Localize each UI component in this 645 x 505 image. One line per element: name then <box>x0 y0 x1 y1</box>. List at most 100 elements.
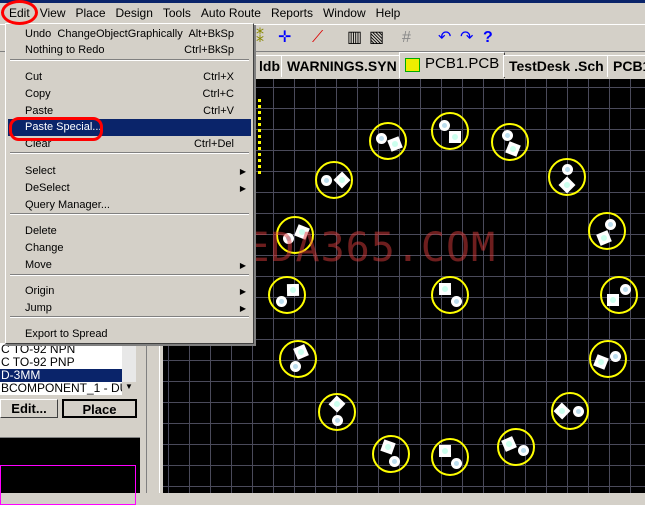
menu-item-origin[interactable]: Origin ▶ <box>8 283 251 300</box>
round-pad <box>450 295 462 307</box>
round-pad <box>282 233 294 245</box>
menu-item-label: Move <box>25 259 52 271</box>
tab-warnings[interactable]: WARNINGS.SYN <box>281 55 403 77</box>
menu-item-label: Cut <box>25 71 43 83</box>
paste-special-highlight <box>9 117 103 141</box>
document-tabs: ldb WARNINGS.SYN PCB1.PCB TestDesk .Sch … <box>250 52 645 78</box>
round-pad <box>501 129 513 141</box>
menu-item-undo-changeobjectgraphically[interactable]: Undo ChangeObjectGraphically Alt+BkSp <box>8 26 251 43</box>
component-footprint[interactable] <box>276 216 316 256</box>
menu-item-label: Paste <box>25 105 54 117</box>
pcb-file-icon <box>405 58 420 72</box>
menu-separator <box>10 274 249 276</box>
component-footprint[interactable] <box>431 438 471 478</box>
wand-icon[interactable]: ⟋ <box>312 29 323 47</box>
menu-item-export-to-spread[interactable]: Export to Spread <box>8 326 251 343</box>
round-pad <box>572 405 584 417</box>
submenu-arrow-icon: ▶ <box>239 261 246 270</box>
square-pad <box>438 445 451 458</box>
square-pad <box>286 283 299 296</box>
menu-item-shortcut: Ctrl+Del <box>193 138 234 150</box>
menu-item-label: Change <box>25 242 64 254</box>
menu-item-move[interactable]: Move ▶ <box>8 257 251 274</box>
round-pad <box>375 132 387 144</box>
menu-tools[interactable]: Tools <box>158 6 196 20</box>
help-icon[interactable]: ? <box>483 29 493 47</box>
menu-separator <box>10 152 249 154</box>
list-item[interactable]: C TO-92 PNP <box>0 356 122 369</box>
menu-auto-route[interactable]: Auto Route <box>196 6 266 20</box>
square-pad <box>438 283 451 296</box>
menu-separator <box>10 59 249 61</box>
menu-item-jump[interactable]: Jump ▶ <box>8 300 251 317</box>
round-pad <box>604 218 616 230</box>
menu-item-shortcut: Ctrl+V <box>203 105 234 117</box>
menu-item-label: Copy <box>25 88 51 100</box>
select-icon[interactable]: ⁑ <box>256 29 264 47</box>
menu-item-select[interactable]: Select ▶ <box>8 163 251 180</box>
list-item[interactable]: C TO-92 NPN <box>0 343 122 356</box>
menu-item-copy[interactable]: Copy Ctrl+C <box>8 86 251 103</box>
browse-library-icon[interactable]: ▧ <box>369 29 384 47</box>
library-icon[interactable]: ▥ <box>347 29 362 47</box>
component-footprint[interactable] <box>318 393 358 433</box>
undo-icon[interactable]: ↶ <box>438 29 451 47</box>
tab-pcb1[interactable]: PCB1.PCB <box>399 52 506 78</box>
menu-bar: Edit View Place Design Tools Auto Route … <box>0 3 645 23</box>
component-footprint[interactable] <box>551 392 591 432</box>
tab-testdesk[interactable]: TestDesk .Sch <box>503 55 610 77</box>
submenu-arrow-icon: ▶ <box>239 167 246 176</box>
menu-place[interactable]: Place <box>70 6 110 20</box>
component-footprint[interactable] <box>600 276 640 316</box>
tab-pcb1-2[interactable]: PCB1 <box>607 55 645 77</box>
redo-icon[interactable]: ↷ <box>460 29 473 47</box>
menu-reports[interactable]: Reports <box>266 6 318 20</box>
edit-menu-highlight-circle <box>1 0 38 25</box>
menu-help[interactable]: Help <box>371 6 406 20</box>
menu-item-label: Undo ChangeObjectGraphically <box>25 28 183 40</box>
component-footprint[interactable] <box>369 122 409 162</box>
component-footprint[interactable] <box>372 435 412 475</box>
round-pad <box>450 457 462 469</box>
list-item[interactable]: BCOMPONENT_1 - DUP <box>0 382 122 395</box>
component-footprint[interactable] <box>268 276 308 316</box>
move-icon[interactable]: ✛ <box>278 29 291 47</box>
component-footprint[interactable] <box>548 158 588 198</box>
menu-view[interactable]: View <box>35 6 71 20</box>
component-footprint[interactable] <box>497 428 537 468</box>
component-footprint[interactable] <box>431 112 471 152</box>
round-pad <box>619 284 631 296</box>
grid-icon[interactable]: # <box>402 29 411 47</box>
edit-button[interactable]: Edit... <box>0 399 58 418</box>
menu-item-query-manager[interactable]: Query Manager... <box>8 197 251 214</box>
menu-item-change[interactable]: Change <box>8 240 251 257</box>
menu-item-cut[interactable]: Cut Ctrl+X <box>8 69 251 86</box>
menu-item-shortcut: Alt+BkSp <box>188 28 234 40</box>
tab-label: PCB1.PCB <box>425 55 500 72</box>
place-button[interactable]: Place <box>62 399 137 418</box>
menu-design[interactable]: Design <box>111 6 158 20</box>
scroll-down-icon[interactable]: ▼ <box>122 382 136 395</box>
menu-item-delete[interactable]: Delete <box>8 223 251 240</box>
square-pad <box>449 130 462 143</box>
menu-item-label: DeSelect <box>25 182 70 194</box>
menu-window[interactable]: Window <box>318 6 371 20</box>
component-preview <box>0 437 140 505</box>
component-footprint[interactable] <box>491 123 531 163</box>
menu-separator <box>10 213 249 215</box>
component-footprint[interactable] <box>589 340 629 380</box>
component-footprint[interactable] <box>315 161 355 201</box>
menu-separator <box>10 316 249 318</box>
square-pad <box>607 294 620 307</box>
menu-item-nothing-to-redo[interactable]: Nothing to Redo Ctrl+BkSp <box>8 42 251 59</box>
list-scrollbar[interactable]: ▼ <box>122 343 136 395</box>
menu-item-label: Delete <box>25 225 57 237</box>
component-footprint[interactable] <box>431 276 471 316</box>
list-item[interactable]: D-3MM <box>0 369 122 382</box>
menu-item-deselect[interactable]: DeSelect ▶ <box>8 180 251 197</box>
component-footprint[interactable] <box>279 340 319 380</box>
preview-outline <box>0 465 136 505</box>
component-footprint[interactable] <box>588 212 628 252</box>
component-list[interactable]: C TO-92 NPN C TO-92 PNP D-3MM BCOMPONENT… <box>0 343 122 395</box>
menu-item-label: Jump <box>25 302 52 314</box>
